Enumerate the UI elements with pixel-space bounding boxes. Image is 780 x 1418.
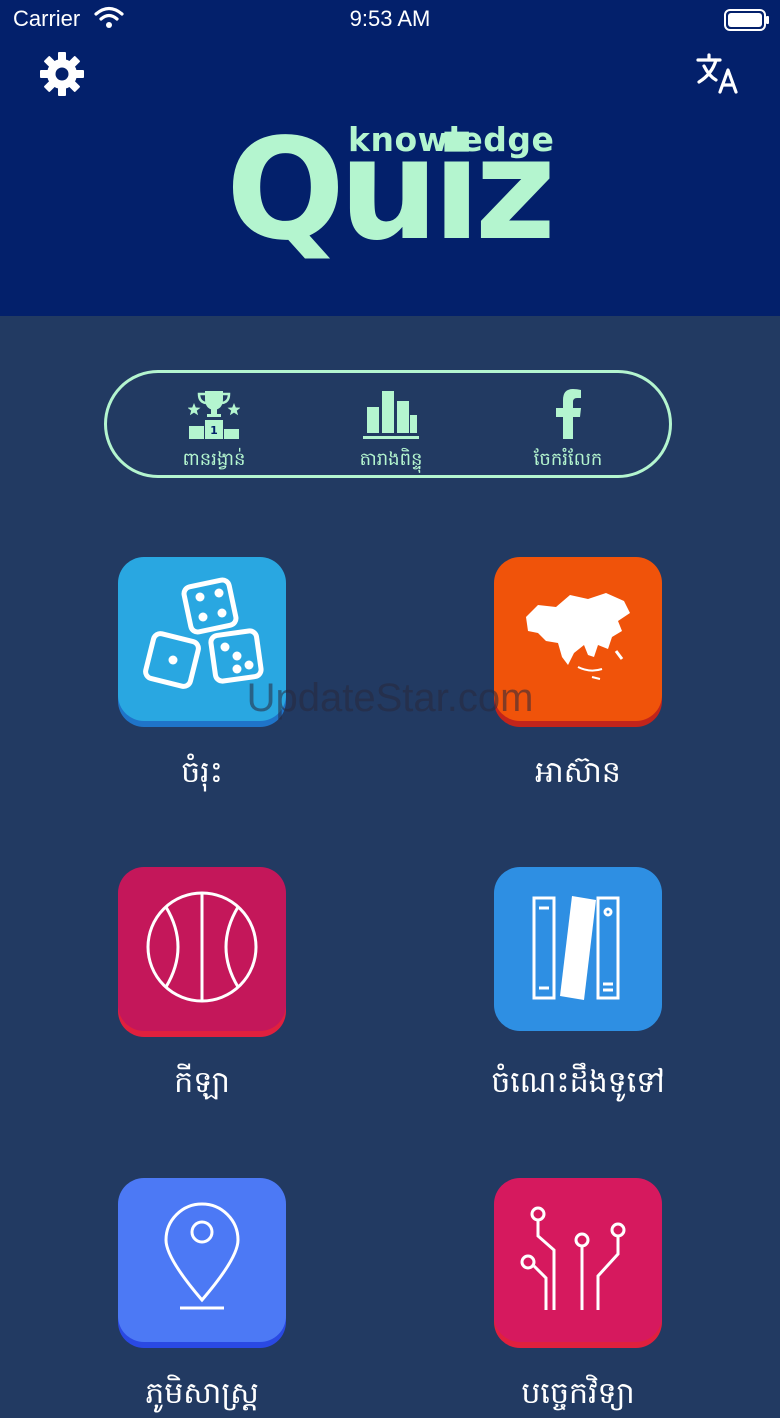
category-label-geography: ភូមិសាស្ត្រ	[145, 1376, 259, 1411]
category-tile-sports[interactable]	[118, 867, 286, 1031]
category-technology[interactable]: បច្ចេកវិទ្យា	[458, 1178, 698, 1418]
logo-quiz-text: Quiz	[226, 109, 556, 272]
menu-item-awards[interactable]: 1 ពានរង្វាន់	[149, 389, 279, 474]
menu-item-share-label: ចែករំលែក	[533, 449, 603, 470]
svg-text:1: 1	[210, 424, 218, 437]
category-tile-geography[interactable]	[118, 1178, 286, 1342]
menu-item-leaderboard-label: តារាងពិន្ទុ	[359, 449, 423, 470]
translate-icon[interactable]	[695, 52, 743, 100]
top-menu-pill: 1 ពានរង្វាន់ តារាងពិន្ទុ ចែករំលែក	[104, 370, 672, 478]
category-geography[interactable]: ភូមិសាស្ត្រ	[82, 1178, 322, 1418]
menu-item-leaderboard[interactable]: តារាងពិន្ទុ	[326, 389, 456, 474]
header: Carrier 9:53 AM knowledge Quiz	[0, 0, 780, 316]
settings-gear-icon[interactable]	[38, 50, 86, 102]
books-icon	[528, 892, 628, 1006]
battery-icon	[724, 9, 770, 35]
bar-chart-icon	[363, 391, 419, 443]
menu-item-share[interactable]: ចែករំលែក	[503, 389, 633, 474]
status-bar: Carrier 9:53 AM	[0, 0, 780, 40]
watermark: UpdateStar.com	[246, 676, 534, 720]
circuit-icon	[518, 1206, 638, 1314]
category-general-knowledge[interactable]: ចំណេះដឹងទូទៅ	[458, 867, 698, 1107]
category-tile-technology[interactable]	[494, 1178, 662, 1342]
category-label-mixed: ចំរុះ	[181, 755, 223, 790]
category-tile-general-knowledge[interactable]	[494, 867, 662, 1031]
category-label-general-knowledge: ចំណេះដឹងទូទៅ	[491, 1065, 665, 1100]
menu-item-awards-label: ពានរង្វាន់	[182, 449, 246, 470]
category-label-asean: អាស៊ាន	[535, 755, 621, 790]
category-sports[interactable]: កីឡា	[82, 867, 322, 1107]
category-label-sports: កីឡា	[174, 1065, 230, 1100]
status-time: 9:53 AM	[349, 6, 431, 31]
trophy-podium-icon: 1	[187, 391, 241, 443]
facebook-icon	[553, 389, 583, 443]
location-pin-icon	[162, 1202, 242, 1318]
category-label-technology: បច្ចេកវិទ្យា	[521, 1376, 635, 1411]
basketball-icon	[144, 889, 260, 1009]
